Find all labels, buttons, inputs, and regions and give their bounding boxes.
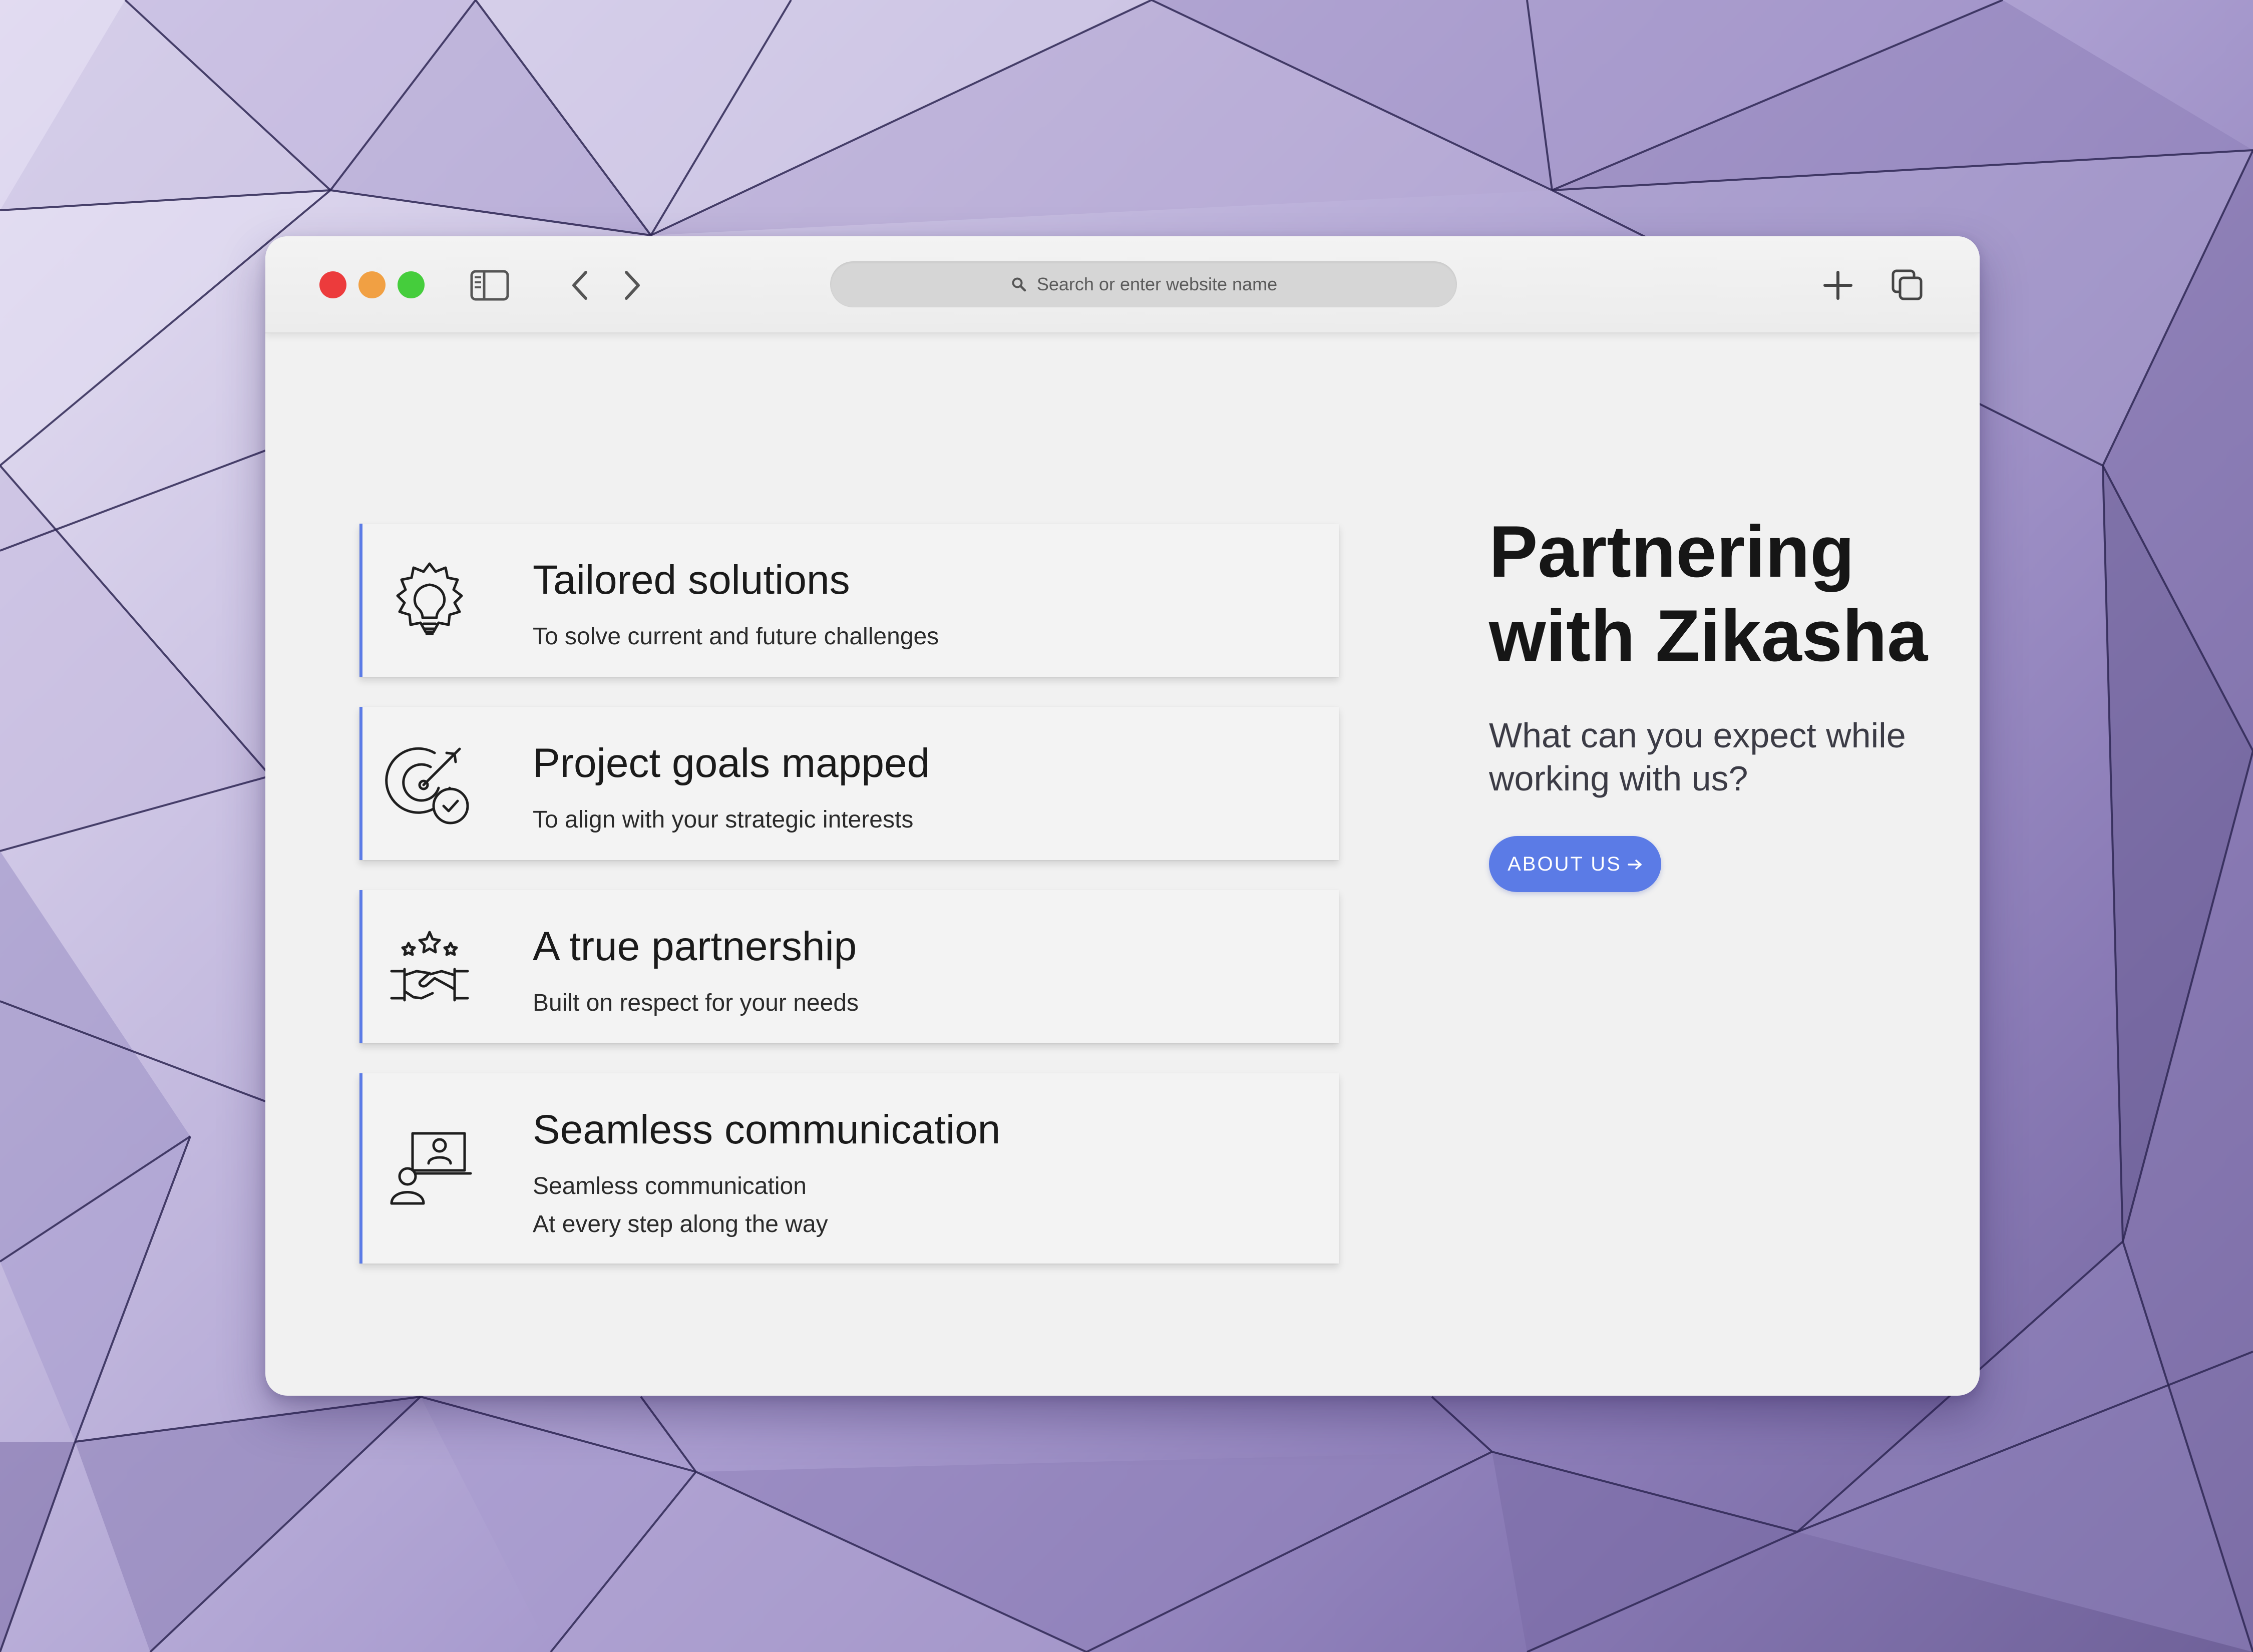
maximize-button[interactable] <box>398 271 425 298</box>
back-arrow-icon[interactable] <box>560 265 600 305</box>
address-bar-placeholder: Search or enter website name <box>1036 274 1278 294</box>
feature-card: Seamless communication Seamless communic… <box>359 1073 1339 1264</box>
address-bar[interactable]: Search or enter website name <box>830 261 1457 307</box>
feature-description-line-2: At every step along the way <box>533 1211 828 1237</box>
page-title: Partnering with Zikasha <box>1489 511 1928 676</box>
browser-window: Search or enter website name Tailored so… <box>265 236 1980 1396</box>
target-check-icon <box>385 740 475 830</box>
about-us-button[interactable]: ABOUT US <box>1489 836 1661 892</box>
feature-title: Project goals mapped <box>533 740 930 786</box>
page-content: Tailored solutions To solve current and … <box>265 333 1980 1396</box>
tabs-overview-icon[interactable] <box>1888 265 1928 305</box>
feature-title: A true partnership <box>533 924 857 969</box>
minimize-button[interactable] <box>358 271 386 298</box>
browser-toolbar: Search or enter website name <box>265 236 1980 333</box>
feature-description: To align with your strategic interests <box>533 806 914 833</box>
forward-arrow-icon[interactable] <box>612 265 652 305</box>
about-us-button-label: ABOUT US <box>1508 853 1622 875</box>
feature-description: Built on respect for your needs <box>533 990 859 1016</box>
feature-description: Seamless communication <box>533 1173 807 1199</box>
plus-icon[interactable] <box>1818 265 1858 305</box>
feature-card: Project goals mapped To align with your … <box>359 707 1339 860</box>
search-icon <box>1010 275 1028 293</box>
feature-card: Tailored solutions To solve current and … <box>359 524 1339 677</box>
feature-title: Tailored solutions <box>533 557 850 603</box>
feature-title: Seamless communication <box>533 1107 1001 1152</box>
feature-card: A true partnership Built on respect for … <box>359 890 1339 1043</box>
close-button[interactable] <box>319 271 346 298</box>
handshake-stars-icon <box>385 923 475 1013</box>
page-subtitle: What can you expect while working with u… <box>1489 716 1906 798</box>
lightbulb-gear-icon <box>385 557 475 647</box>
arrow-right-icon <box>1628 853 1643 876</box>
video-call-icon <box>385 1123 475 1213</box>
feature-description: To solve current and future challenges <box>533 623 939 650</box>
sidebar-toggle-icon[interactable] <box>470 265 510 305</box>
